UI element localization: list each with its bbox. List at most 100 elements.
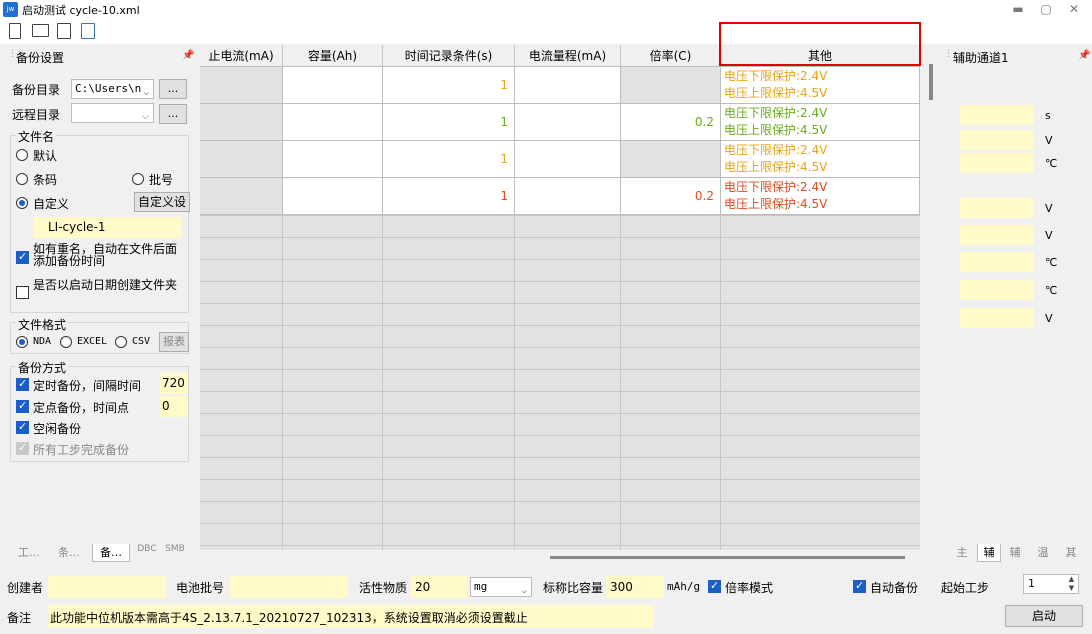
backup-dir-label: 备份目录	[12, 83, 61, 97]
creator-field[interactable]	[48, 576, 166, 598]
grid-cell[interactable]: 1	[383, 104, 515, 141]
rename-checkbox-label: 如有重名，自动在文件后面添加备份时间	[33, 242, 178, 268]
aux-value-field[interactable]	[960, 252, 1034, 272]
open-folder-icon[interactable]	[32, 24, 49, 37]
report-button[interactable]: 报表	[159, 332, 189, 352]
grid-cell[interactable]	[283, 141, 383, 178]
new-file-icon[interactable]	[9, 23, 21, 39]
browse-remote-button[interactable]: ...	[159, 104, 187, 124]
rename-checkbox[interactable]	[16, 250, 29, 264]
col-header-rate[interactable]: 倍率(C)	[621, 45, 721, 67]
remote-dir-select[interactable]: ⌵	[71, 103, 154, 123]
tab-backup[interactable]: 备…	[92, 544, 130, 562]
battery-batch-field[interactable]	[230, 576, 348, 598]
horizontal-scrollbar-thumb[interactable]	[550, 556, 905, 559]
barcode-radio[interactable]	[16, 173, 28, 185]
grid-cell[interactable]: 0.2	[621, 178, 721, 215]
auto-backup-checkbox[interactable]	[853, 579, 866, 593]
aux-value-field[interactable]	[960, 280, 1034, 300]
aux-value-field[interactable]	[960, 130, 1034, 150]
timed-interval-field[interactable]: 720	[160, 373, 188, 394]
col-header-cutoff-current[interactable]: 止电流(mA)	[200, 45, 283, 67]
grid-cell[interactable]: 1	[383, 67, 515, 104]
grid-cell[interactable]	[283, 67, 383, 104]
grid-cell[interactable]: 电压下限保护:2.4V 电压上限保护:4.5V	[721, 104, 920, 141]
col-header-time-record[interactable]: 时间记录条件(s)	[383, 45, 515, 67]
spin-down-icon[interactable]: ▼	[1065, 584, 1078, 593]
grid-cell[interactable]	[621, 141, 721, 178]
start-button[interactable]: 启动	[1005, 605, 1083, 627]
minimize-icon[interactable]: ▬	[1010, 2, 1026, 16]
grid-cell[interactable]	[515, 104, 621, 141]
maximize-icon[interactable]: ▢	[1038, 2, 1054, 16]
batch-radio[interactable]	[132, 173, 144, 185]
grid-cell[interactable]	[200, 178, 283, 215]
point-backup-checkbox[interactable]	[16, 399, 29, 413]
capacity-field[interactable]: 300	[606, 576, 664, 598]
close-icon[interactable]: ✕	[1066, 2, 1082, 16]
grid-cell[interactable]	[200, 67, 283, 104]
grid-cell[interactable]: 0.2	[621, 104, 721, 141]
pin-icon[interactable]: 📌	[182, 50, 194, 61]
idle-backup-checkbox[interactable]	[16, 420, 29, 434]
nda-radio[interactable]	[16, 336, 28, 348]
tab-barcode[interactable]: 条…	[54, 544, 84, 560]
vertical-scrollbar-thumb[interactable]	[929, 64, 933, 100]
note-field[interactable]: 此功能中位机版本需高于4S_2.13.7.1_20210727_102313，系…	[48, 605, 654, 628]
aux-value-field[interactable]	[960, 225, 1034, 245]
aux-value-field[interactable]	[960, 198, 1034, 218]
grid-cell[interactable]: 电压下限保护:2.4V 电压上限保护:4.5V	[721, 67, 920, 104]
tab-steps[interactable]: 工…	[14, 544, 44, 560]
aux-unit-label: V	[1045, 312, 1053, 325]
other-line-upper-limit: 电压上限保护:4.5V	[724, 86, 828, 100]
grid-cell[interactable]	[515, 178, 621, 215]
tab-aux1[interactable]: 辅	[977, 544, 1001, 562]
col-header-current-range[interactable]: 电流量程(mA)	[515, 45, 621, 67]
grid-cell[interactable]: 1	[383, 141, 515, 178]
grid-cell[interactable]	[621, 67, 721, 104]
other-line-lower-limit: 电压下限保护:2.4V	[724, 69, 828, 83]
time-point-field[interactable]: 0	[160, 396, 188, 417]
aux-value-field[interactable]	[960, 153, 1034, 173]
grid-cell[interactable]	[283, 104, 383, 141]
csv-radio[interactable]	[115, 336, 127, 348]
mass-unit-select[interactable]: mg ⌵	[470, 577, 532, 597]
grid-cell[interactable]: 电压下限保护:2.4V 电压上限保护:4.5V	[721, 178, 920, 215]
tab-aux2[interactable]: 辅	[1005, 544, 1025, 560]
spin-up-icon[interactable]: ▲	[1065, 575, 1078, 584]
excel-radio[interactable]	[60, 336, 72, 348]
tab-dbc[interactable]: DBC	[135, 544, 159, 554]
custom-name-field[interactable]: LI-cycle-1	[34, 217, 181, 238]
rate-mode-checkbox[interactable]	[708, 579, 721, 593]
grid-line	[200, 523, 920, 524]
tab-temp[interactable]: 温	[1033, 544, 1053, 560]
save-as-icon[interactable]	[81, 23, 95, 39]
grid-cell[interactable]: 电压下限保护:2.4V 电压上限保护:4.5V	[721, 141, 920, 178]
custom-settings-button[interactable]: 自定义设	[134, 192, 190, 212]
aux-value-field[interactable]	[960, 105, 1034, 125]
aux-unit-label: V	[1045, 229, 1053, 242]
grid-cell[interactable]	[200, 141, 283, 178]
custom-radio[interactable]	[16, 197, 28, 209]
col-header-capacity[interactable]: 容量(Ah)	[283, 45, 383, 67]
timed-backup-checkbox[interactable]	[16, 377, 29, 391]
grip-icon: ⋮	[8, 49, 17, 59]
grid-cell[interactable]	[283, 178, 383, 215]
save-icon[interactable]	[57, 23, 71, 39]
grid-cell[interactable]	[515, 141, 621, 178]
tab-main[interactable]: 主	[953, 544, 971, 560]
grid-line	[200, 259, 920, 260]
grid-cell[interactable]	[200, 104, 283, 141]
tab-other[interactable]: 其	[1061, 544, 1081, 560]
browse-backup-button[interactable]: ...	[159, 79, 187, 99]
grid-cell[interactable]: 1	[383, 178, 515, 215]
title-bar	[0, 0, 1092, 20]
backup-dir-select[interactable]: C:\Users\n ⌵	[71, 79, 154, 99]
aux-value-field[interactable]	[960, 308, 1034, 328]
tab-smb[interactable]: SMB	[163, 544, 187, 554]
active-material-field[interactable]: 20	[411, 576, 467, 598]
pin-icon[interactable]: 📌	[1078, 50, 1090, 61]
grid-cell[interactable]	[515, 67, 621, 104]
default-radio[interactable]	[16, 149, 28, 161]
date-folder-checkbox[interactable]	[16, 286, 29, 299]
